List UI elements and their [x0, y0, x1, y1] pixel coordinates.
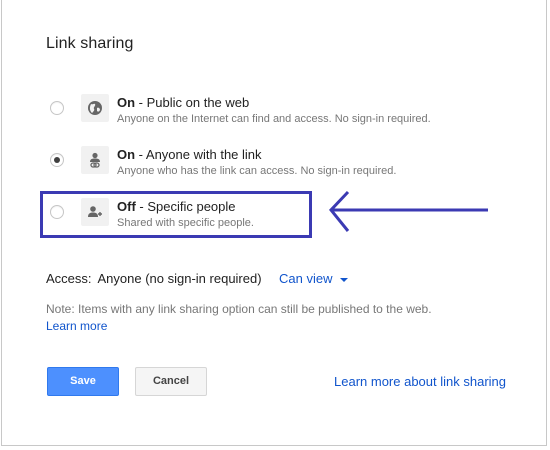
link-sharing-dialog: Link sharing On - Public on the web Anyo…	[1, 0, 547, 446]
publish-note: Note: Items with any link sharing option…	[46, 302, 432, 316]
annotation-highlight-box	[40, 191, 312, 238]
option-public-on-web[interactable]: On - Public on the web Anyone on the Int…	[2, 94, 546, 138]
option-anyone-with-link[interactable]: On - Anyone with the link Anyone who has…	[2, 146, 546, 190]
permission-dropdown[interactable]: Can view	[279, 271, 349, 286]
save-button[interactable]: Save	[47, 367, 119, 396]
option-title: On - Public on the web	[117, 95, 250, 110]
chevron-down-icon	[340, 277, 349, 282]
access-value: Anyone (no sign-in required)	[97, 271, 262, 286]
globe-icon	[81, 94, 109, 122]
learn-more-link[interactable]: Learn more	[46, 319, 107, 333]
person-link-icon	[81, 146, 109, 174]
option-description: Anyone who has the link can access. No s…	[117, 165, 397, 177]
option-description: Anyone on the Internet can find and acce…	[117, 113, 431, 125]
radio-public-on-web[interactable]	[50, 101, 64, 115]
annotation-arrow-icon	[329, 190, 488, 232]
access-row: Access: Anyone (no sign-in required)	[46, 271, 262, 286]
permission-label: Can view	[279, 271, 333, 286]
radio-anyone-with-link[interactable]	[50, 153, 64, 167]
access-label: Access:	[46, 271, 92, 286]
cancel-button[interactable]: Cancel	[135, 367, 207, 396]
option-title: On - Anyone with the link	[117, 147, 262, 162]
learn-more-link-sharing[interactable]: Learn more about link sharing	[334, 374, 506, 389]
dialog-title: Link sharing	[46, 35, 134, 52]
